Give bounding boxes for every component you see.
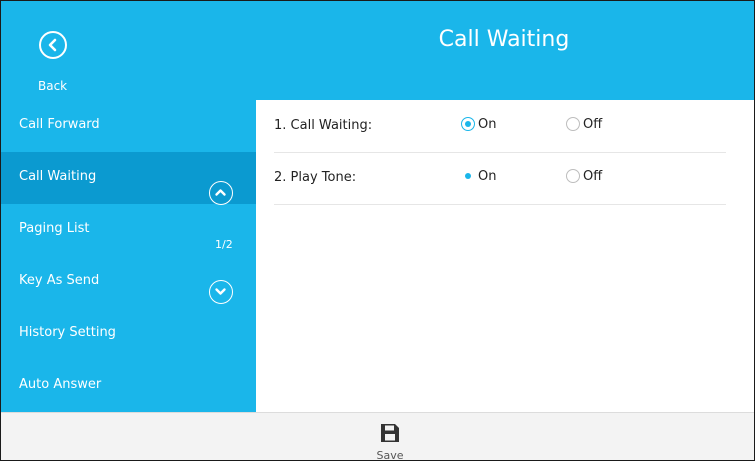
sidebar-item-label: Call Waiting [19,169,97,184]
back-button[interactable]: Back [21,11,81,93]
scroll-down-button[interactable] [209,280,233,304]
radio-unselected-icon [566,169,580,183]
back-icon [39,31,67,59]
sidebar-item-history-setting[interactable]: History Setting [1,308,256,360]
radio-label: On [478,169,497,184]
radio-selected-icon [461,117,475,131]
sidebar-item-call-forward[interactable]: Call Forward [1,100,256,152]
sidebar-item-auto-answer[interactable]: Auto Answer [1,360,256,412]
phone-screen: Back Call Waiting Call Forward Call Wait… [0,0,755,461]
setting-label: 1. Call Waiting: [274,118,373,133]
page-title: Call Waiting [438,27,570,52]
chevron-down-icon [215,288,226,295]
radio-label: On [478,117,497,132]
header-bar: Back Call Waiting [1,1,754,100]
setting-label: 2. Play Tone: [274,170,357,185]
sidebar: Call Forward Call Waiting Paging List Ke… [1,100,256,412]
chevron-up-icon [215,189,226,196]
page-indicator: 1/2 [215,238,233,251]
back-label: Back [38,79,68,93]
sidebar-item-label: Auto Answer [19,377,102,392]
radio-label: Off [583,169,603,184]
sidebar-item-label: Call Forward [19,117,100,132]
settings-panel: 1. Call Waiting: On Off 2. Play Tone: On… [256,100,754,412]
scroll-up-button[interactable] [209,181,233,205]
sidebar-item-label: Paging List [19,221,90,236]
setting-row-play-tone: 2. Play Tone: On Off [274,152,726,205]
save-button[interactable]: Save [365,419,415,461]
floppy-disk-icon [381,424,399,442]
sidebar-item-label: History Setting [19,325,116,340]
save-label: Save [376,449,404,461]
radio-unselected-icon [566,117,580,131]
footer-bar: Save [1,412,754,461]
radio-selected-icon [461,169,475,183]
radio-label: Off [583,117,603,132]
sidebar-item-label: Key As Send [19,273,100,288]
setting-row-call-waiting: 1. Call Waiting: On Off [274,100,726,153]
